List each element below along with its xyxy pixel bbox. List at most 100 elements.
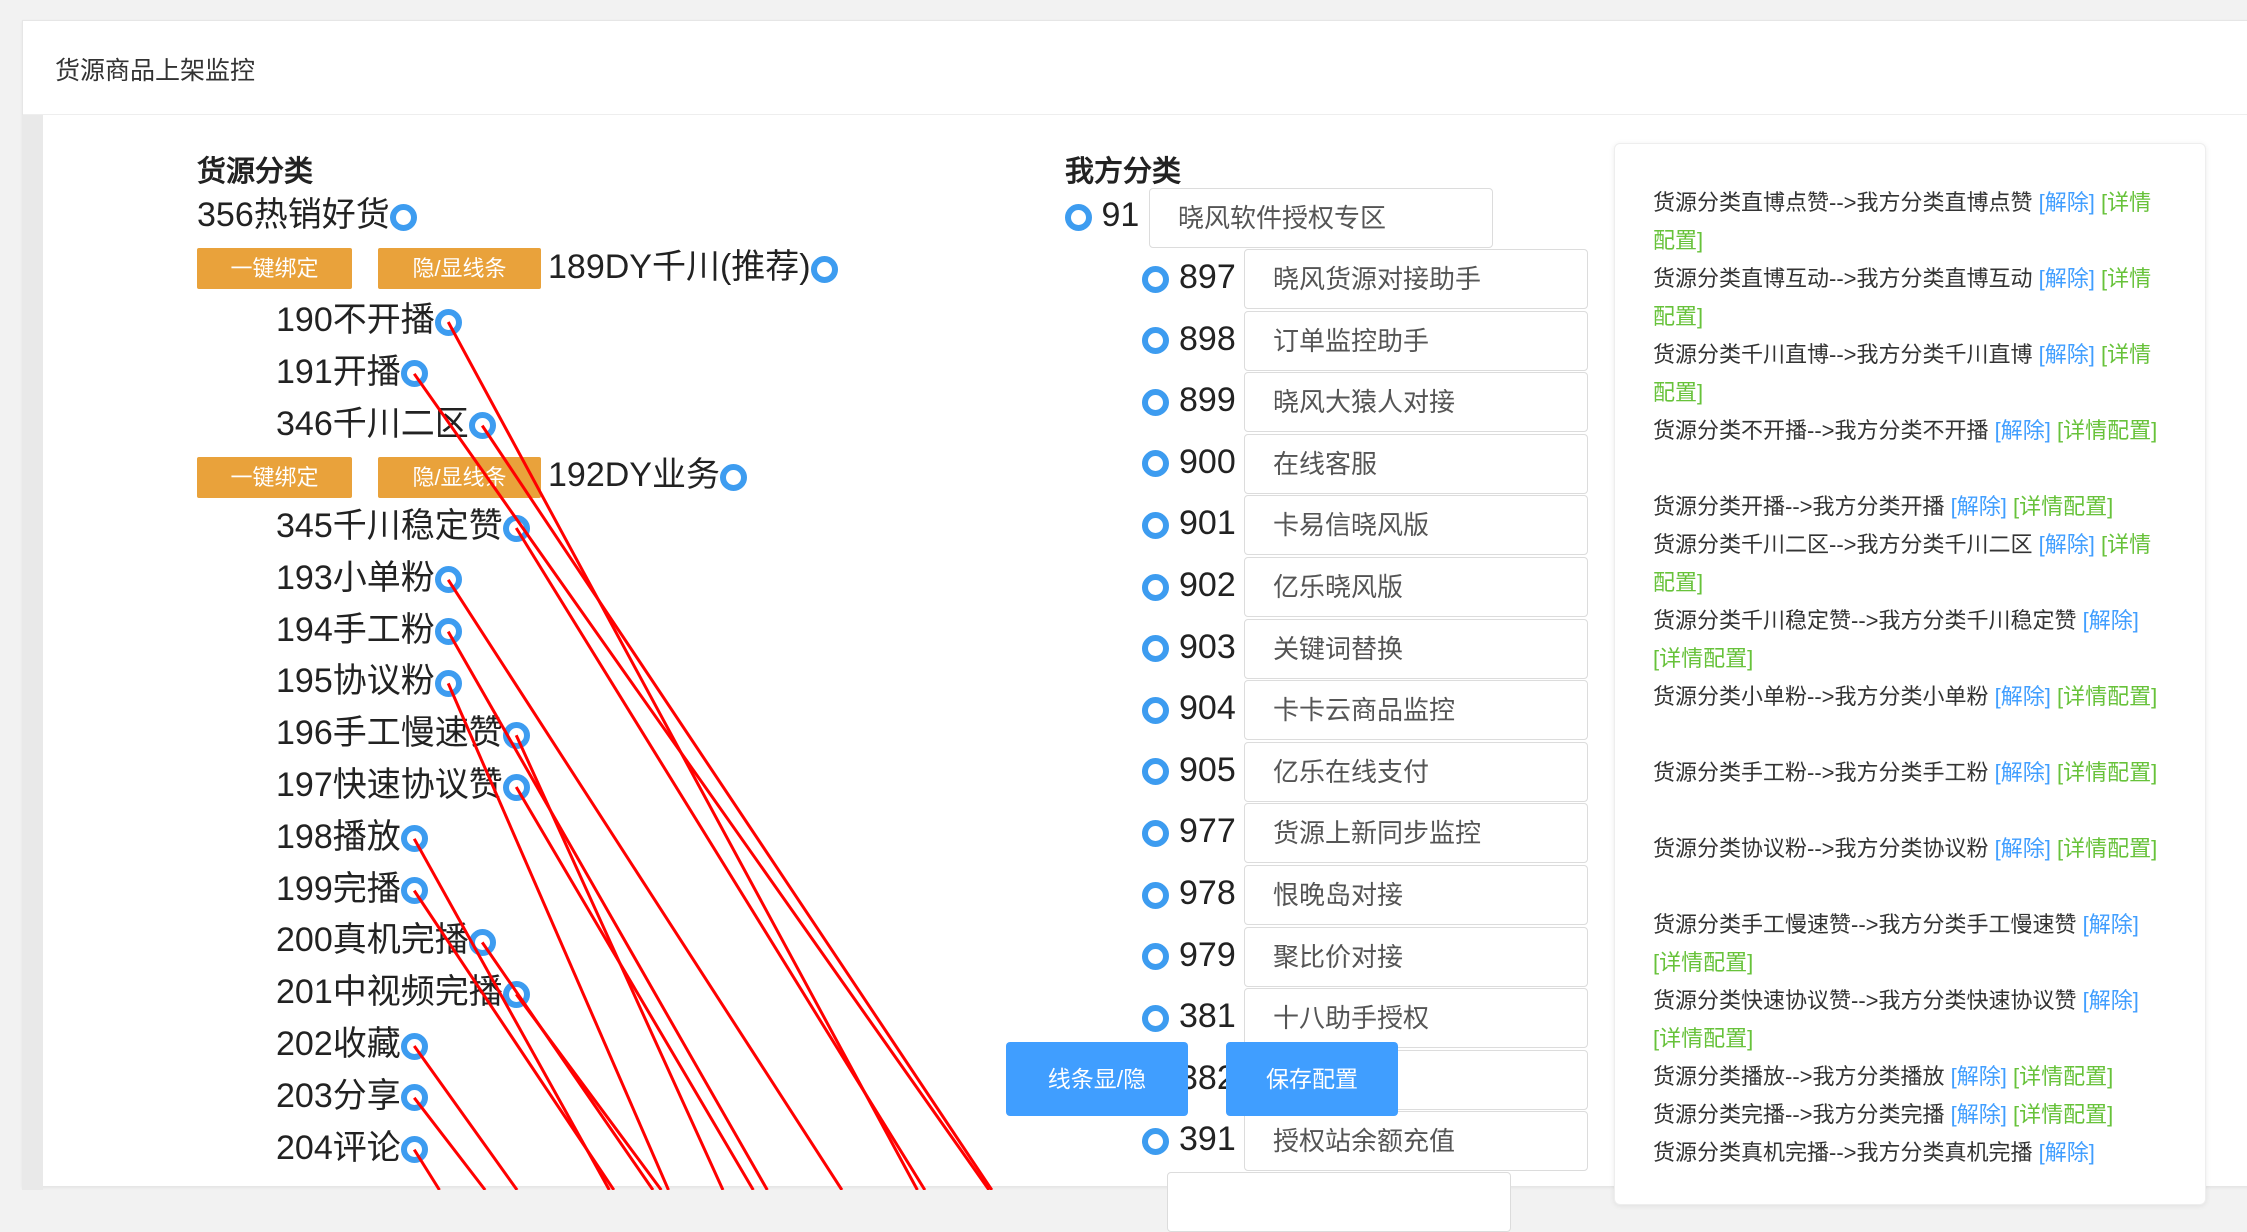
connector-dot-icon[interactable] (434, 669, 462, 697)
source-category-item[interactable]: 203分享 (276, 1076, 428, 1116)
target-item-name[interactable]: 亿乐晓风版 (1244, 557, 1588, 617)
connector-dot-icon[interactable] (502, 514, 530, 542)
connector-dot-icon[interactable] (400, 1032, 428, 1060)
connector-dot-icon[interactable] (1142, 1127, 1169, 1155)
target-item[interactable]: 901 (1142, 503, 1236, 543)
config-link[interactable]: [详情配置] (2013, 1064, 2113, 1089)
target-item[interactable]: 899 (1142, 380, 1236, 420)
config-link[interactable]: [详情配置] (2013, 1102, 2113, 1127)
unbind-link[interactable]: [解除] (1995, 760, 2051, 785)
connector-dot-icon[interactable] (434, 566, 462, 594)
target-item[interactable]: 903 (1142, 627, 1236, 667)
target-item-name[interactable]: 订单监控助手 (1244, 310, 1588, 371)
unbind-link[interactable]: [解除] (1951, 1064, 2007, 1089)
connector-dot-icon[interactable] (1142, 327, 1169, 355)
source-category-item[interactable]: 200真机完播 (276, 920, 496, 960)
unbind-link[interactable]: [解除] (2039, 190, 2095, 215)
connector-dot-icon[interactable] (502, 980, 530, 1008)
target-item[interactable]: 977 (1142, 811, 1236, 851)
config-link[interactable]: [详情配置] (2057, 760, 2157, 785)
toggle-lines-button[interactable]: 隐/显线条 (378, 248, 541, 289)
connector-dot-icon[interactable] (1142, 450, 1169, 478)
config-link[interactable]: [详情配置] (1653, 1026, 1753, 1051)
connector-dot-icon[interactable] (1142, 388, 1169, 416)
connector-dot-icon[interactable] (1142, 265, 1169, 293)
config-link[interactable]: [详情配置] (2057, 418, 2157, 443)
target-item[interactable]: 381 (1142, 996, 1236, 1036)
target-item[interactable]: 979 (1142, 935, 1236, 975)
target-item-name[interactable]: 授权站余额充值 (1244, 1111, 1588, 1172)
connector-dot-icon[interactable] (502, 721, 530, 749)
unbind-link[interactable]: [解除] (2039, 532, 2095, 557)
config-link[interactable]: [详情配置] (1653, 950, 1753, 975)
toggle-lines-main-button[interactable]: 线条显/隐 (1006, 1042, 1188, 1116)
source-category-item[interactable]: 346千川二区 (276, 404, 496, 444)
bind-all-button[interactable]: 一键绑定 (197, 457, 352, 498)
target-item-name[interactable]: 卡易信晓风版 (1244, 495, 1588, 556)
source-category-item[interactable]: 195协议粉 (276, 661, 462, 701)
unbind-link[interactable]: [解除] (2039, 1140, 2095, 1165)
connector-dot-icon[interactable] (1142, 511, 1169, 539)
target-item-name[interactable]: 晓风货源对接助手 (1244, 249, 1588, 309)
source-category-item[interactable]: 201中视频完播 (276, 972, 530, 1012)
connector-dot-icon[interactable] (502, 773, 530, 801)
source-group-category[interactable]: 189DY千川(推荐) (548, 247, 838, 287)
target-item-name[interactable]: 十八助手授权 (1244, 988, 1588, 1049)
source-category-item[interactable]: 190不开播 (276, 300, 462, 340)
unbind-link[interactable]: [解除] (1995, 418, 2051, 443)
connector-dot-icon[interactable] (389, 203, 417, 231)
unbind-link[interactable]: [解除] (2083, 988, 2139, 1013)
connector-dot-icon[interactable] (400, 1136, 428, 1164)
connector-dot-icon[interactable] (400, 825, 428, 853)
unbind-link[interactable]: [解除] (1995, 684, 2051, 709)
target-item[interactable]: 898 (1142, 319, 1236, 359)
connector-dot-icon[interactable] (434, 618, 462, 646)
connector-dot-icon[interactable] (810, 255, 838, 283)
target-item-name[interactable]: 在线客服 (1244, 433, 1588, 494)
connector-dot-icon[interactable] (1142, 1004, 1169, 1032)
connector-dot-icon[interactable] (434, 308, 462, 336)
source-root-category[interactable]: 356热销好货 (197, 195, 417, 235)
source-category-item[interactable]: 198播放 (276, 817, 428, 857)
source-category-item[interactable]: 197快速协议赞 (276, 765, 530, 805)
save-config-button[interactable]: 保存配置 (1226, 1042, 1398, 1116)
target-item-name[interactable]: 货源上新同步监控 (1244, 803, 1588, 864)
toggle-lines-button[interactable]: 隐/显线条 (378, 457, 541, 498)
target-item-name[interactable] (1167, 1172, 1511, 1232)
connector-dot-icon[interactable] (1142, 696, 1169, 724)
target-item[interactable]: 900 (1142, 442, 1236, 482)
source-category-item[interactable]: 345千川稳定赞 (276, 506, 530, 546)
connector-dot-icon[interactable] (468, 412, 496, 440)
unbind-link[interactable]: [解除] (1951, 494, 2007, 519)
target-item-name[interactable]: 亿乐在线支付 (1244, 741, 1588, 802)
target-item[interactable]: 897 (1142, 257, 1236, 297)
target-root[interactable]: 91 (1065, 195, 1139, 235)
target-item-name[interactable]: 卡卡云商品监控 (1244, 680, 1588, 741)
target-item-name[interactable]: 关键词替换 (1244, 618, 1588, 679)
connector-dot-icon[interactable] (1142, 758, 1169, 786)
connector-dot-icon[interactable] (468, 928, 496, 956)
connector-dot-icon[interactable] (1142, 943, 1169, 971)
source-category-item[interactable]: 199完播 (276, 869, 428, 909)
source-category-item[interactable]: 194手工粉 (276, 610, 462, 650)
connector-dot-icon[interactable] (1142, 819, 1169, 847)
connector-dot-icon[interactable] (400, 1084, 428, 1112)
connector-dot-icon[interactable] (1142, 881, 1169, 909)
target-item[interactable]: 978 (1142, 873, 1236, 913)
config-link[interactable]: [详情配置] (1653, 646, 1753, 671)
unbind-link[interactable]: [解除] (1995, 836, 2051, 861)
config-link[interactable]: [详情配置] (2057, 684, 2157, 709)
unbind-link[interactable]: [解除] (2083, 912, 2139, 937)
source-category-item[interactable]: 193小单粉 (276, 558, 462, 598)
bind-all-button[interactable]: 一键绑定 (197, 248, 352, 289)
target-item[interactable]: 904 (1142, 688, 1236, 728)
connector-dot-icon[interactable] (1065, 203, 1092, 231)
target-root-name[interactable]: 晓风软件授权专区 (1149, 188, 1493, 248)
unbind-link[interactable]: [解除] (2039, 266, 2095, 291)
source-category-item[interactable]: 202收藏 (276, 1024, 428, 1064)
connector-dot-icon[interactable] (1142, 635, 1169, 663)
target-item-name[interactable]: 聚比价对接 (1244, 926, 1588, 987)
unbind-link[interactable]: [解除] (1951, 1102, 2007, 1127)
target-item[interactable]: 391 (1142, 1119, 1236, 1159)
source-category-item[interactable]: 196手工慢速赞 (276, 713, 530, 753)
